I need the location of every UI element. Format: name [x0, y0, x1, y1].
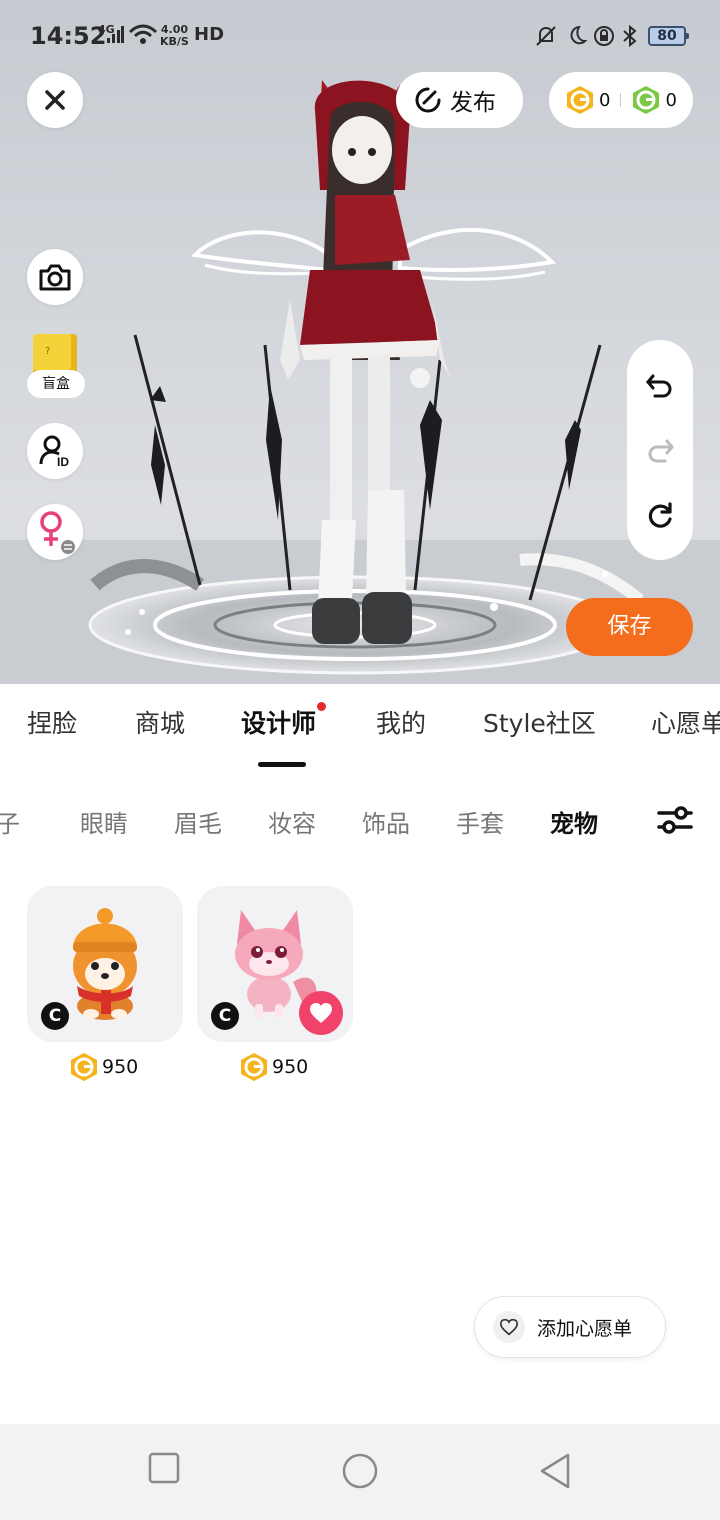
status-bar: 14:52 4G 4.00 KB/S HD 80: [0, 0, 720, 72]
pet-item[interactable]: C 950: [27, 886, 183, 1081]
svg-text:ID: ID: [57, 455, 69, 468]
new-dot-badge: [317, 702, 327, 711]
pet-item-card[interactable]: C: [197, 886, 353, 1042]
tab-designer[interactable]: 设计师: [241, 702, 327, 740]
bluetooth-icon: [623, 24, 637, 48]
main-tabs: 捏脸 商城 设计师 我的 Style社区 心愿单: [0, 684, 720, 774]
coin-balance[interactable]: 0 0: [549, 72, 693, 128]
pet-item[interactable]: C 950: [197, 886, 353, 1081]
speed-unit: KB/S: [160, 35, 189, 48]
coin-divider: [620, 93, 622, 107]
item-price: 950: [69, 1052, 138, 1082]
battery-indicator: 80: [648, 26, 689, 46]
blind-box-button[interactable]: ? 盲盒: [27, 330, 85, 402]
redo-icon: [648, 439, 674, 463]
add-to-wishlist-button[interactable]: 添加心愿单: [474, 1296, 666, 1358]
blind-box-mark: ?: [45, 346, 51, 357]
publish-icon: [415, 87, 441, 113]
filter-icon: [657, 806, 693, 834]
undo-icon: [646, 374, 672, 398]
nav-home-icon[interactable]: [341, 1452, 379, 1490]
tab-style-community[interactable]: Style社区: [483, 704, 596, 740]
reset-icon: [648, 502, 672, 528]
signal-icon: [107, 26, 124, 43]
publish-button[interactable]: 发布: [396, 72, 523, 128]
heart-outline-icon: [493, 1311, 525, 1343]
tab-designer-label: 设计师: [241, 709, 317, 738]
close-button[interactable]: [27, 72, 83, 128]
tab-mine[interactable]: 我的: [376, 704, 426, 740]
history-controls: [627, 340, 693, 560]
wifi-icon: [128, 24, 158, 44]
camera-button[interactable]: [27, 249, 83, 305]
active-tab-indicator: [258, 762, 306, 767]
gold-coin-icon: [241, 1053, 267, 1081]
hd-indicator: HD: [194, 24, 225, 45]
app-root: 14:52 4G 4.00 KB/S HD 80 发布 0 0 ? 盲盒 ID …: [0, 0, 720, 1520]
close-icon: [45, 90, 65, 110]
tab-face[interactable]: 捏脸: [27, 704, 77, 740]
tab-wishlist[interactable]: 心愿单: [651, 704, 720, 740]
item-price: 950: [239, 1052, 308, 1082]
gold-coin-amount: 0: [599, 89, 611, 111]
nav-back-icon[interactable]: [538, 1452, 572, 1490]
subtab-accessories[interactable]: 饰品: [362, 804, 410, 839]
gold-coin-icon: [567, 86, 593, 114]
creator-badge: C: [41, 1002, 69, 1030]
avatar-id-icon: ID: [39, 435, 69, 468]
green-coin-icon: [633, 86, 660, 114]
system-navigation-bar: [0, 1424, 720, 1520]
tab-mall[interactable]: 商城: [135, 704, 185, 740]
filter-button[interactable]: [655, 802, 695, 838]
green-coin-amount: 0: [665, 89, 677, 111]
subtab-gloves[interactable]: 手套: [456, 804, 504, 839]
subtab-eyebrows[interactable]: 眉毛: [174, 804, 222, 839]
network-speed: 4.00 KB/S: [160, 24, 189, 48]
avatar-preview-scene[interactable]: 14:52 4G 4.00 KB/S HD 80 发布 0 0 ? 盲盒 ID …: [0, 0, 720, 684]
save-button[interactable]: 保存: [566, 598, 693, 656]
avatar-id-button[interactable]: ID: [27, 423, 83, 479]
add-to-wishlist-label: 添加心愿单: [537, 1317, 633, 1340]
gold-coin-icon: [71, 1053, 97, 1081]
camera-icon: [39, 264, 71, 291]
pet-item-card[interactable]: C: [27, 886, 183, 1042]
item-price-value: 950: [102, 1056, 139, 1078]
mute-bell-icon: [536, 26, 556, 46]
subtab-eyes[interactable]: 眼睛: [80, 804, 128, 839]
reset-button[interactable]: [642, 498, 678, 534]
subtab-shoes[interactable]: 鞋子: [0, 804, 20, 839]
subtab-pets[interactable]: 宠物: [550, 804, 598, 839]
undo-button[interactable]: [642, 368, 678, 404]
wishlisted-heart[interactable]: [299, 991, 343, 1035]
rotation-lock-icon: [594, 26, 614, 46]
status-time: 14:52: [30, 22, 107, 50]
publish-label: 发布: [450, 90, 496, 116]
gender-switch-button[interactable]: [27, 504, 83, 560]
nav-recents-icon[interactable]: [148, 1452, 180, 1484]
redo-button[interactable]: [642, 433, 678, 469]
subtab-makeup[interactable]: 妆容: [268, 804, 316, 839]
blind-box-label: 盲盒: [27, 370, 85, 398]
creator-badge: C: [211, 1002, 239, 1030]
item-price-value: 950: [272, 1056, 309, 1078]
heart-icon: [310, 1003, 332, 1023]
moon-icon: [570, 25, 588, 45]
gender-switch-icon: [40, 511, 75, 554]
category-tabs: 鞋子 眼睛 眉毛 妆容 饰品 手套 宠物: [0, 774, 720, 868]
